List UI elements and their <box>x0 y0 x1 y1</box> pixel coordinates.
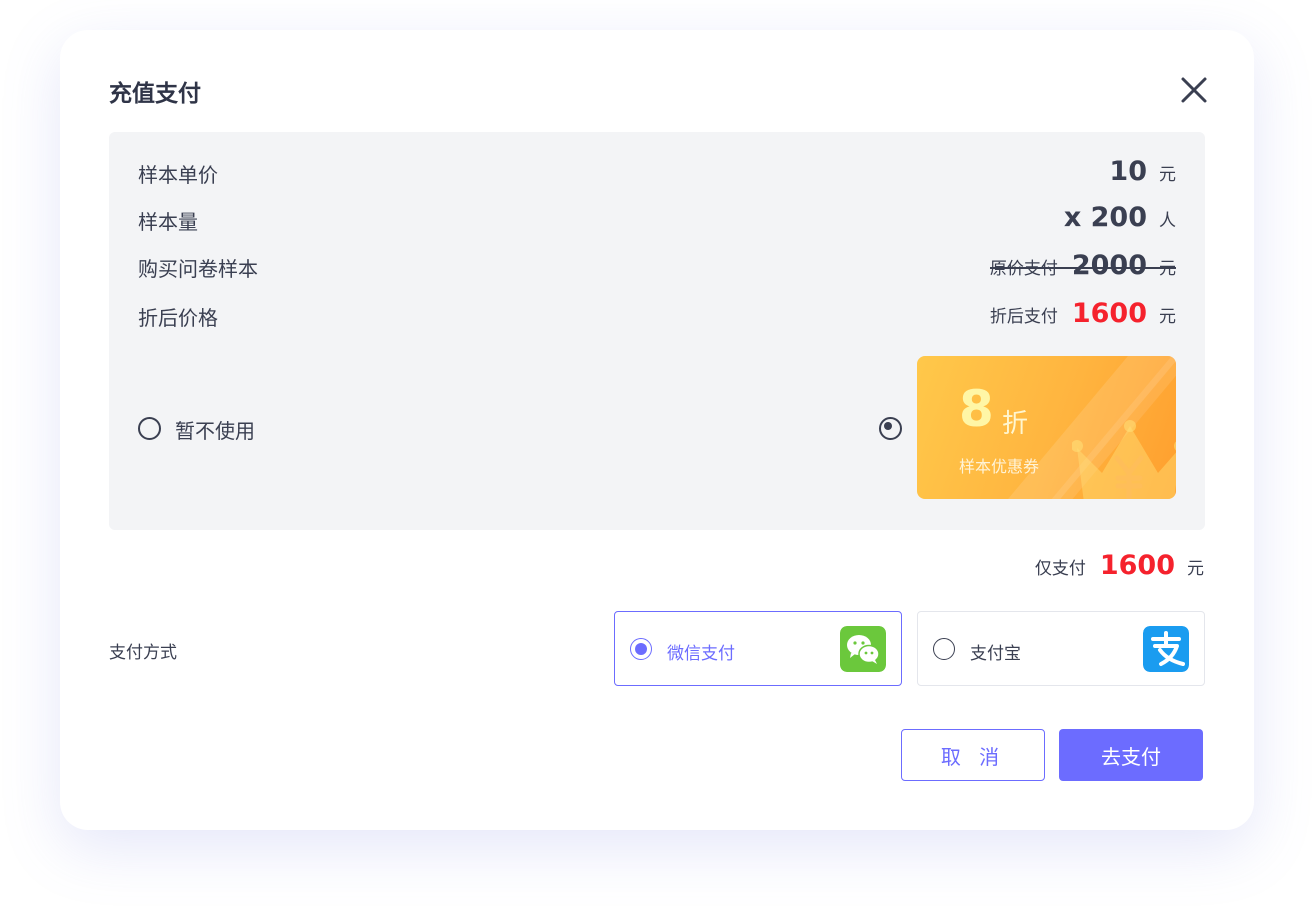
no-coupon-label: 暂不使用 <box>175 419 255 443</box>
sample-size-number: x 200 <box>1063 202 1147 233</box>
pay-button[interactable]: 去支付 <box>1059 729 1203 781</box>
alipay-icon <box>1143 626 1189 672</box>
cancel-button[interactable]: 取 消 <box>901 729 1045 781</box>
coupon-card[interactable]: 8 折 样本优惠券 <box>917 356 1176 499</box>
total-prefix: 仅支付 <box>1034 559 1086 579</box>
alipay-option[interactable]: 支付宝 <box>917 611 1205 686</box>
discount-price-number: 1600 <box>1071 298 1147 329</box>
coupon-radio[interactable] <box>879 417 902 440</box>
no-coupon-radio[interactable] <box>138 417 161 440</box>
discount-price-label: 折后价格 <box>138 306 218 330</box>
coupon-name: 样本优惠券 <box>959 457 1040 476</box>
payment-dialog: 充值支付 样本单价 10 元 样本量 x 200 人 购买问卷样本 原价支付 2… <box>60 30 1254 830</box>
payment-method-label: 支付方式 <box>109 643 177 663</box>
unit-price-value: 10 元 <box>1109 156 1176 187</box>
discount-price-unit: 元 <box>1159 307 1176 327</box>
original-price-value: 原价支付 2000 元 <box>989 250 1176 281</box>
close-icon[interactable] <box>1178 74 1210 106</box>
sample-size-label: 样本量 <box>138 210 198 234</box>
order-summary-panel: 样本单价 10 元 样本量 x 200 人 购买问卷样本 原价支付 2000 元… <box>109 132 1205 530</box>
crown-yuan-icon <box>1072 420 1176 499</box>
strike-line <box>989 267 1176 270</box>
coupon-discount-number: 8 <box>959 380 994 438</box>
wechat-icon <box>840 626 886 672</box>
alipay-radio[interactable] <box>933 638 955 660</box>
wechat-pay-label: 微信支付 <box>667 644 735 664</box>
sample-size-unit: 人 <box>1159 211 1176 231</box>
original-price-number: 2000 <box>1071 250 1147 281</box>
coupon-discount-unit: 折 <box>1002 409 1029 439</box>
dialog-title: 充值支付 <box>109 81 201 107</box>
wechat-pay-radio[interactable] <box>630 638 652 660</box>
discount-price-value: 折后支付 1600 元 <box>990 298 1176 329</box>
discount-price-prefix: 折后支付 <box>989 307 1058 327</box>
total-amount: 仅支付 1600 元 <box>1035 550 1204 581</box>
no-coupon-option[interactable]: 暂不使用 <box>138 415 298 443</box>
sample-size-value: x 200 人 <box>1064 202 1176 233</box>
alipay-label: 支付宝 <box>970 644 1021 664</box>
unit-price-unit: 元 <box>1159 165 1176 185</box>
original-price-label: 购买问卷样本 <box>138 257 258 281</box>
total-number: 1600 <box>1099 550 1175 581</box>
unit-price-label: 样本单价 <box>138 163 218 187</box>
total-unit: 元 <box>1187 559 1204 579</box>
unit-price-number: 10 <box>1109 156 1147 187</box>
original-price-strikethrough: 原价支付 2000 元 <box>989 250 1176 281</box>
wechat-pay-option[interactable]: 微信支付 <box>614 611 902 686</box>
